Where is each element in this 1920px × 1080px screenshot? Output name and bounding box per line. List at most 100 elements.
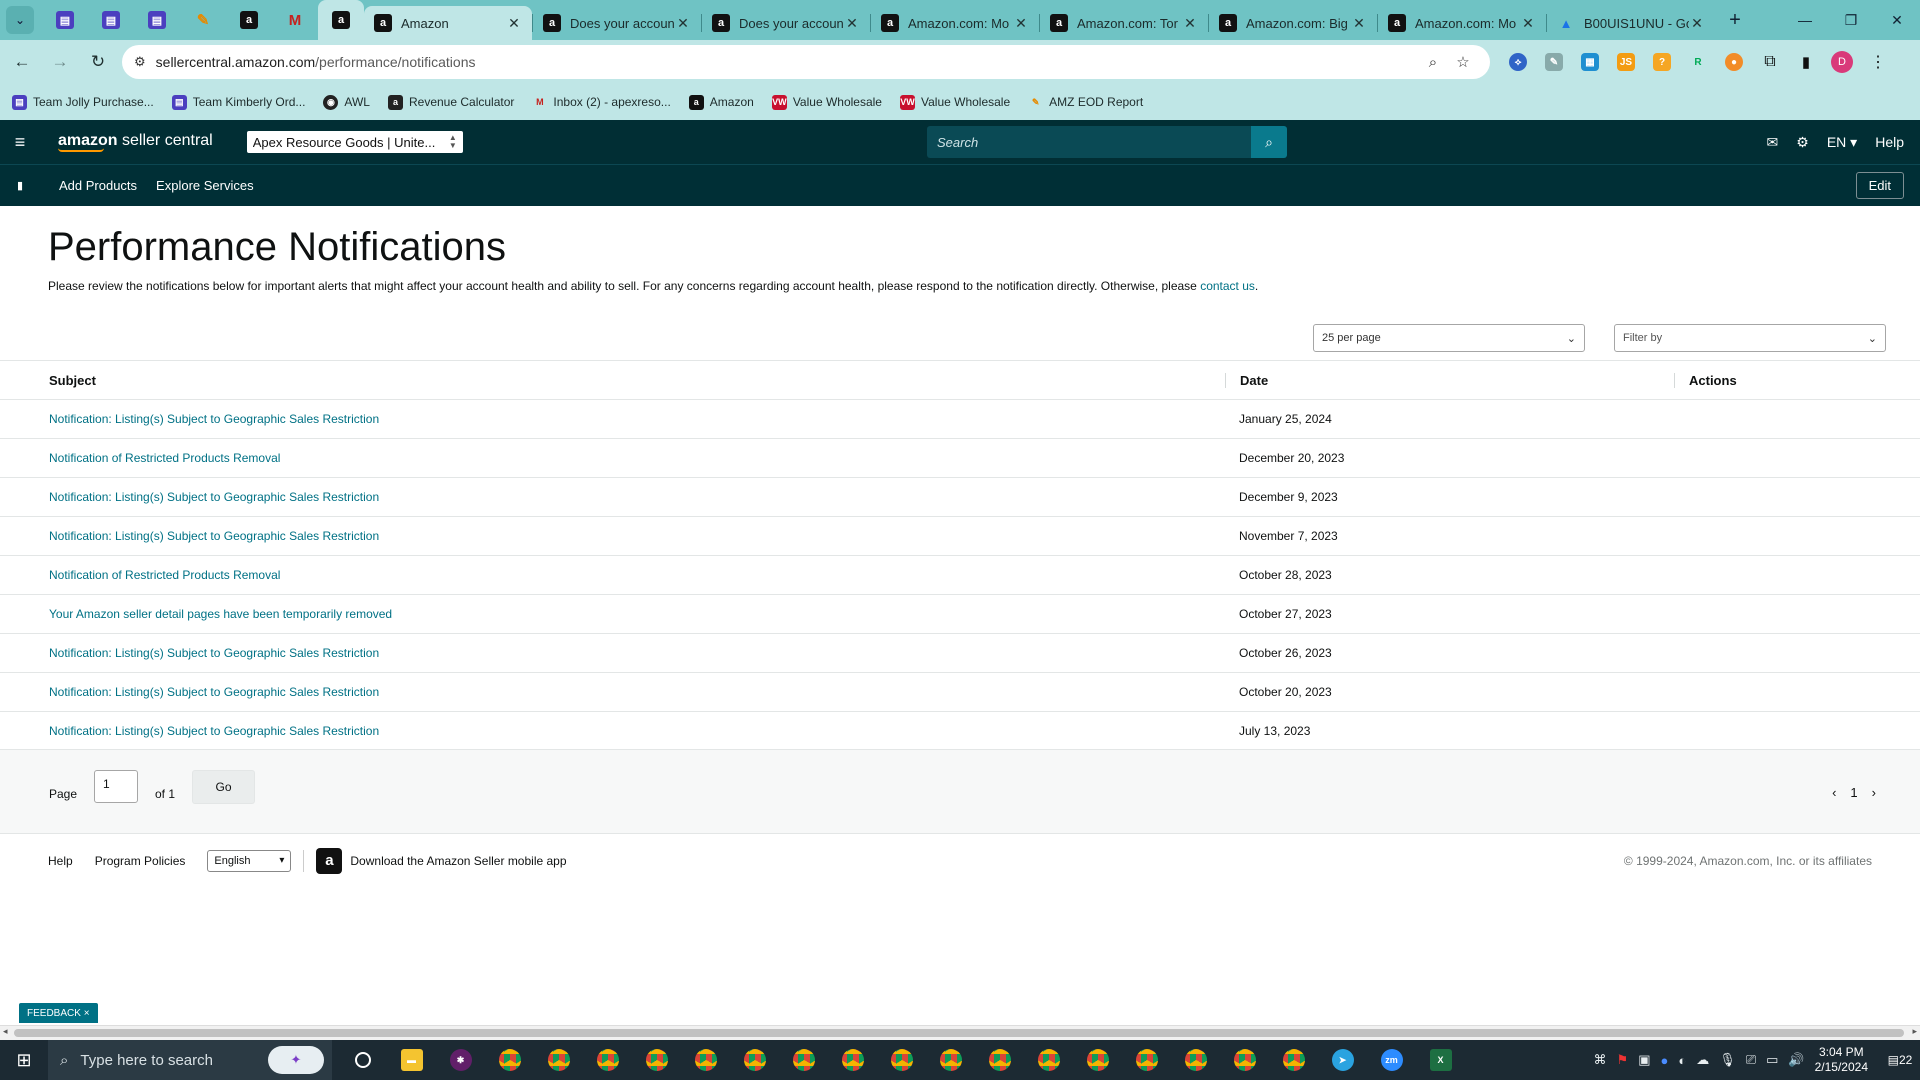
browser-tab[interactable]: ▲ B00UIS1UNU - Go ✕ xyxy=(1547,6,1715,40)
tab-close-icon[interactable]: ✕ xyxy=(1520,15,1536,32)
tab-close-icon[interactable]: ✕ xyxy=(1351,15,1367,32)
chevron-left-icon[interactable]: ‹ xyxy=(1832,785,1836,800)
notification-subject-link[interactable]: Notification: Listing(s) Subject to Geog… xyxy=(49,724,379,738)
system-clock[interactable]: 3:04 PM 2/15/2024 xyxy=(1815,1045,1868,1075)
scroll-left-icon[interactable]: ◂ xyxy=(3,1026,8,1037)
pinned-tab[interactable]: ✎ xyxy=(180,0,226,40)
contact-us-link[interactable]: contact us xyxy=(1200,279,1255,293)
filter-select[interactable]: Filter by ⌄ xyxy=(1614,324,1886,352)
back-button[interactable]: ← xyxy=(6,46,38,78)
page-number-input[interactable]: 1 xyxy=(94,770,138,803)
cloud-icon[interactable]: ☁ xyxy=(1696,1052,1709,1068)
notification-subject-link[interactable]: Notification: Listing(s) Subject to Geog… xyxy=(49,685,379,699)
extension-icon[interactable]: ? xyxy=(1644,46,1680,78)
bookmark-item[interactable]: VW Value Wholesale xyxy=(899,94,1010,110)
chrome-icon[interactable] xyxy=(730,1040,779,1080)
pinned-tab[interactable]: a xyxy=(318,0,364,40)
zoom-icon[interactable]: ⌕ xyxy=(1418,54,1448,71)
tab-close-icon[interactable]: ✕ xyxy=(1182,15,1198,32)
chevron-right-icon[interactable]: › xyxy=(1872,785,1876,800)
notification-subject-link[interactable]: Notification: Listing(s) Subject to Geog… xyxy=(49,412,379,426)
language-selector[interactable]: EN ▾ xyxy=(1827,134,1857,151)
bookmark-item[interactable]: ▤ Team Jolly Purchase... xyxy=(12,94,154,110)
notification-subject-link[interactable]: Notification of Restricted Products Remo… xyxy=(49,451,280,465)
url-text[interactable]: sellercentral.amazon.com/performance/not… xyxy=(156,54,1418,70)
browser-tab[interactable]: a Does your accoun ✕ xyxy=(702,6,870,40)
chrome-icon[interactable] xyxy=(583,1040,632,1080)
chrome-icon[interactable] xyxy=(779,1040,828,1080)
notification-subject-link[interactable]: Notification: Listing(s) Subject to Geog… xyxy=(49,646,379,660)
feedback-button[interactable]: FEEDBACK × xyxy=(19,1003,98,1023)
chrome-icon[interactable] xyxy=(1024,1040,1073,1080)
go-button[interactable]: Go xyxy=(192,770,255,804)
reload-button[interactable]: ↻ xyxy=(82,46,114,78)
notification-subject-link[interactable]: Notification: Listing(s) Subject to Geog… xyxy=(49,529,379,543)
network-icon[interactable]: ⌘ xyxy=(1594,1052,1607,1068)
file-explorer-icon[interactable]: ▬ xyxy=(387,1040,436,1080)
bookmark-icon[interactable]: ▮ xyxy=(0,179,40,192)
side-panel-icon[interactable]: ▮ xyxy=(1788,46,1824,78)
browser-tab[interactable]: a Amazon.com: Tor ✕ xyxy=(1040,6,1208,40)
extensions-puzzle-icon[interactable]: ⧉ xyxy=(1752,46,1788,78)
bookmark-item[interactable]: ▤ Team Kimberly Ord... xyxy=(171,94,305,110)
scroll-thumb[interactable] xyxy=(14,1029,1904,1037)
extension-icon[interactable]: ⟡ xyxy=(1500,46,1536,78)
help-link[interactable]: Help xyxy=(1875,134,1904,150)
tab-search-button[interactable]: ⌄ xyxy=(6,6,34,34)
program-policies-link[interactable]: Program Policies xyxy=(95,854,186,868)
notification-center-icon[interactable]: ▤ 22 xyxy=(1880,1053,1920,1067)
pinned-tab[interactable]: ▤ xyxy=(88,0,134,40)
hamburger-menu-icon[interactable]: ≡ xyxy=(0,132,40,153)
forward-button[interactable]: → xyxy=(44,46,76,78)
chrome-icon[interactable] xyxy=(1269,1040,1318,1080)
extension-icon[interactable]: ✎ xyxy=(1536,46,1572,78)
chrome-icon[interactable] xyxy=(632,1040,681,1080)
mail-icon[interactable]: ✉ xyxy=(1767,134,1779,151)
slack-icon[interactable]: ✱ xyxy=(436,1040,485,1080)
edit-button[interactable]: Edit xyxy=(1855,172,1904,199)
current-page[interactable]: 1 xyxy=(1850,785,1857,800)
tab-close-icon[interactable]: ✕ xyxy=(1013,15,1029,32)
chrome-icon[interactable] xyxy=(877,1040,926,1080)
close-icon[interactable]: × xyxy=(84,1008,90,1019)
tab-close-icon[interactable]: ✕ xyxy=(506,15,522,32)
pinned-tab[interactable]: a xyxy=(226,0,272,40)
tray-icon[interactable]: ⎚ xyxy=(1746,1052,1756,1068)
windows-start-icon[interactable]: ⊞ xyxy=(0,1050,48,1071)
chrome-icon[interactable] xyxy=(485,1040,534,1080)
chrome-icon[interactable] xyxy=(534,1040,583,1080)
tray-icon[interactable]: ▣ xyxy=(1638,1052,1650,1068)
browser-menu-icon[interactable]: ⋮ xyxy=(1860,46,1896,78)
footer-language-select[interactable]: English ▾ xyxy=(207,849,292,872)
pinned-tab[interactable]: ▤ xyxy=(134,0,180,40)
tab-close-icon[interactable]: ✕ xyxy=(675,15,691,32)
pinned-tab[interactable]: M xyxy=(272,0,318,40)
copilot-icon[interactable]: ✦ xyxy=(268,1046,324,1074)
gear-icon[interactable]: ⚙ xyxy=(1796,134,1809,151)
scroll-right-icon[interactable]: ▸ xyxy=(1912,1026,1917,1037)
profile-avatar[interactable]: D xyxy=(1824,46,1860,78)
browser-tab[interactable]: a Amazon ✕ xyxy=(364,6,532,40)
tab-close-icon[interactable]: ✕ xyxy=(1689,15,1705,32)
zoom-icon[interactable]: zm xyxy=(1367,1040,1416,1080)
volume-icon[interactable]: 🔊 xyxy=(1788,1052,1804,1068)
tray-icon[interactable]: ⚑ xyxy=(1617,1052,1629,1068)
seller-app-link[interactable]: a Download the Amazon Seller mobile app xyxy=(316,847,567,874)
chrome-icon[interactable] xyxy=(1171,1040,1220,1080)
notification-subject-link[interactable]: Notification: Listing(s) Subject to Geog… xyxy=(49,490,379,504)
new-tab-button[interactable]: + xyxy=(1721,6,1749,34)
account-switcher[interactable]: Apex Resource Goods | Unite... ▲ ▼ xyxy=(246,131,463,153)
search-icon[interactable]: ⌕ xyxy=(1251,126,1287,158)
taskbar-search[interactable]: ⌕ Type here to search ✦ xyxy=(48,1040,332,1080)
browser-tab[interactable]: a Amazon.com: Mo ✕ xyxy=(1378,6,1546,40)
bookmark-star-icon[interactable]: ☆ xyxy=(1448,53,1478,71)
nav-add-products[interactable]: Add Products xyxy=(59,178,137,193)
chrome-icon[interactable] xyxy=(828,1040,877,1080)
per-page-select[interactable]: 25 per page ⌄ xyxy=(1313,324,1585,352)
extension-icon[interactable]: JS xyxy=(1608,46,1644,78)
tray-icon[interactable]: ◐ xyxy=(1678,1053,1686,1068)
chrome-icon[interactable] xyxy=(975,1040,1024,1080)
close-window-icon[interactable]: ✕ xyxy=(1874,0,1920,40)
nav-explore-services[interactable]: Explore Services xyxy=(156,178,254,193)
bookmark-item[interactable]: a Amazon xyxy=(688,94,754,110)
